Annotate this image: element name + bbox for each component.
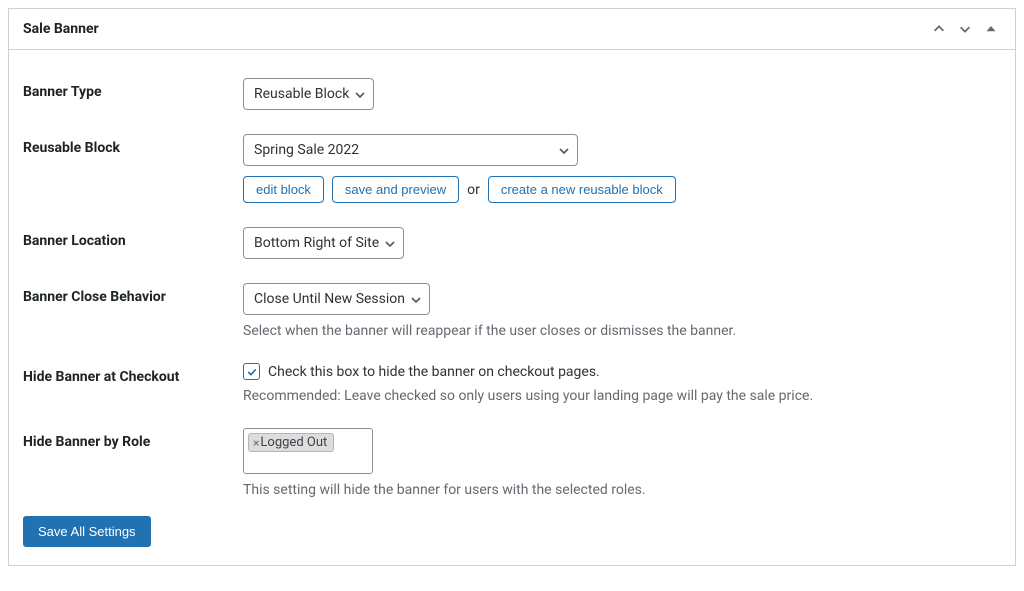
label-banner-type: Banner Type (23, 78, 243, 100)
checkbox-row: Check this box to hide the banner on che… (243, 363, 1001, 380)
save-all-button[interactable]: Save All Settings (23, 516, 151, 547)
caret-down-icon (355, 88, 365, 101)
content-banner-close: Close Until New Session Select when the … (243, 283, 1001, 339)
or-text: or (467, 182, 480, 198)
select-banner-type[interactable]: Reusable Block (243, 78, 374, 110)
caret-down-icon (559, 144, 569, 157)
reusable-block-actions: edit block save and preview or create a … (243, 176, 1001, 203)
caret-down-icon (385, 237, 395, 250)
select-reusable-block[interactable]: Spring Sale 2022 (243, 134, 578, 166)
edit-block-button[interactable]: edit block (243, 176, 324, 203)
label-reusable-block: Reusable Block (23, 134, 243, 156)
content-banner-location: Bottom Right of Site (243, 227, 1001, 259)
row-reusable-block: Reusable Block Spring Sale 2022 edit blo… (23, 110, 1001, 203)
panel-header: Sale Banner (9, 9, 1015, 50)
label-banner-location: Banner Location (23, 227, 243, 249)
sale-banner-panel: Sale Banner Banner Type Reusable Block (8, 8, 1016, 566)
select-banner-location[interactable]: Bottom Right of Site (243, 227, 404, 259)
content-hide-checkout: Check this box to hide the banner on che… (243, 363, 1001, 404)
panel-title: Sale Banner (23, 21, 99, 37)
remove-tag-icon[interactable]: × (253, 436, 259, 450)
row-banner-close: Banner Close Behavior Close Until New Se… (23, 259, 1001, 339)
checkbox-hide-checkout-label: Check this box to hide the banner on che… (268, 364, 600, 380)
collapse-icon[interactable] (981, 19, 1001, 39)
chevron-up-icon[interactable] (929, 19, 949, 39)
content-banner-type: Reusable Block (243, 78, 1001, 110)
label-hide-role: Hide Banner by Role (23, 428, 243, 450)
row-hide-checkout: Hide Banner at Checkout Check this box t… (23, 339, 1001, 404)
multiselect-hide-role[interactable]: × Logged Out (243, 428, 373, 474)
panel-body: Banner Type Reusable Block Reusable Bloc… (9, 50, 1015, 565)
content-reusable-block: Spring Sale 2022 edit block save and pre… (243, 134, 1001, 203)
tag-label: Logged Out (260, 435, 327, 450)
chevron-down-icon[interactable] (955, 19, 975, 39)
select-banner-close[interactable]: Close Until New Session (243, 283, 430, 315)
caret-down-icon (411, 293, 421, 306)
save-preview-button[interactable]: save and preview (332, 176, 459, 203)
desc-hide-role: This setting will hide the banner for us… (243, 482, 1001, 498)
create-block-button[interactable]: create a new reusable block (488, 176, 676, 203)
row-banner-location: Banner Location Bottom Right of Site (23, 203, 1001, 259)
desc-hide-checkout: Recommended: Leave checked so only users… (243, 388, 1001, 404)
row-hide-role: Hide Banner by Role × Logged Out This se… (23, 404, 1001, 498)
content-hide-role: × Logged Out This setting will hide the … (243, 428, 1001, 498)
desc-banner-close: Select when the banner will reappear if … (243, 323, 1001, 339)
select-banner-location-value: Bottom Right of Site (254, 235, 379, 251)
label-banner-close: Banner Close Behavior (23, 283, 243, 305)
label-hide-checkout: Hide Banner at Checkout (23, 363, 243, 385)
row-banner-type: Banner Type Reusable Block (23, 60, 1001, 110)
select-banner-close-value: Close Until New Session (254, 291, 405, 307)
select-reusable-block-value: Spring Sale 2022 (254, 142, 359, 158)
checkbox-hide-checkout[interactable] (243, 363, 260, 380)
select-banner-type-value: Reusable Block (254, 86, 349, 102)
panel-actions (929, 19, 1001, 39)
tag-logged-out: × Logged Out (248, 433, 334, 452)
